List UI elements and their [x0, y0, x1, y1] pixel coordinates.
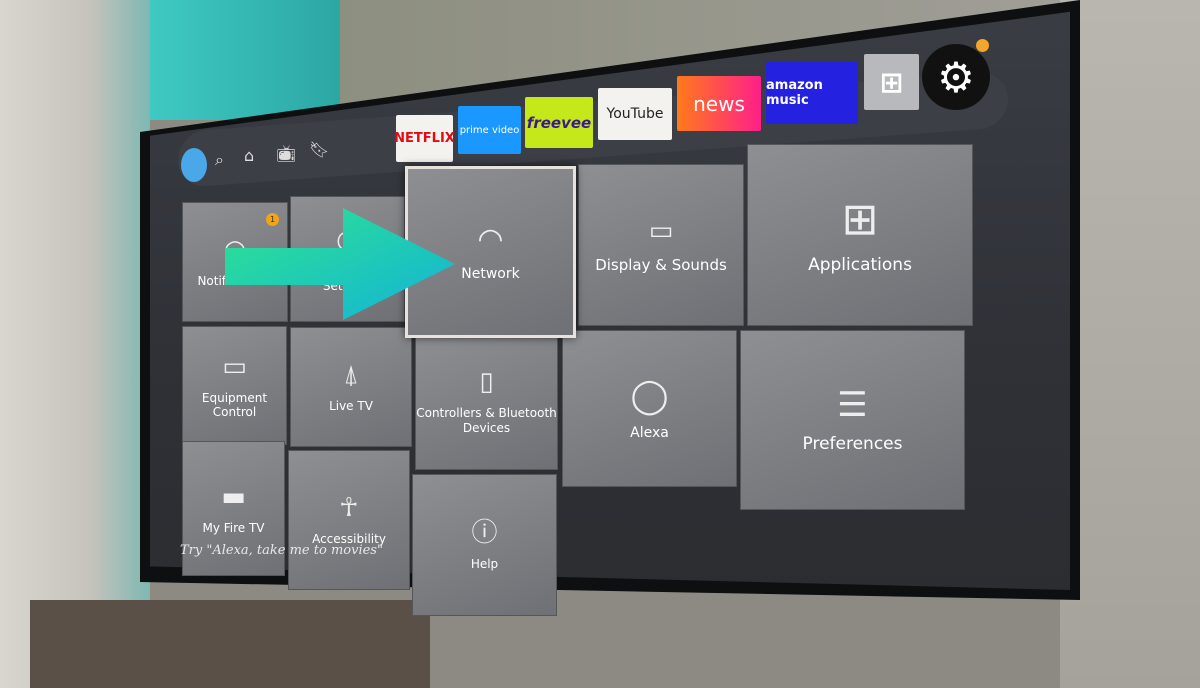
remote-icon: ▯	[479, 367, 494, 398]
tile-accessibility[interactable]: ☥ Accessibility	[288, 450, 410, 590]
apps-icon: ⊞	[841, 194, 879, 246]
accessibility-icon: ☥	[339, 493, 359, 524]
app-youtube[interactable]: YouTube	[598, 88, 672, 140]
antenna-icon: ⍋	[343, 360, 359, 391]
wifi-icon: ◠	[477, 221, 504, 257]
tile-label: Applications	[808, 255, 912, 276]
tile-controllers-bluetooth[interactable]: ▯ Controllers & Bluetooth Devices	[415, 332, 558, 470]
app-prime-video[interactable]: prime video	[458, 106, 521, 154]
tile-label: Display & Sounds	[595, 255, 727, 274]
tile-label: Alexa	[630, 424, 669, 441]
tile-display-sounds[interactable]: ▭ Display & Sounds	[578, 164, 744, 326]
alexa-hint: Try "Alexa, take me to movies"	[180, 543, 383, 558]
avatar[interactable]	[181, 148, 207, 182]
monitor-icon: ▭	[222, 351, 247, 382]
wall-right	[1060, 0, 1200, 688]
tile-label: Controllers & Bluetooth Devices	[416, 406, 557, 435]
app-library-icon[interactable]: ⊞	[864, 54, 919, 110]
tile-label: Preferences	[802, 434, 903, 455]
tile-help[interactable]: ⓘ Help	[412, 474, 557, 616]
home-icon[interactable]: ⌂	[244, 146, 254, 165]
live-tv-icon[interactable]: 📺︎	[276, 144, 296, 163]
app-amazon-music[interactable]: amazon music	[766, 62, 858, 124]
pointer-arrow	[225, 208, 455, 320]
tile-label: Help	[470, 557, 499, 572]
display-icon: ▭	[648, 216, 674, 247]
tile-preferences[interactable]: ☰ Preferences	[740, 330, 965, 510]
tv-stand	[30, 600, 430, 688]
app-netflix[interactable]: NETFLIX	[394, 115, 455, 162]
tile-label: Network	[461, 265, 520, 282]
help-icon: ⓘ	[471, 518, 498, 549]
search-icon[interactable]: ⌕	[215, 150, 224, 170]
tile-equipment-control[interactable]: ▭ Equipment Control	[182, 326, 287, 445]
alexa-icon: ◯	[630, 375, 669, 416]
tile-live-tv[interactable]: ⍋ Live TV	[290, 327, 412, 447]
app-news[interactable]: news	[677, 76, 761, 131]
app-freevee[interactable]: freevee	[525, 97, 593, 148]
brick-wall	[0, 0, 150, 688]
settings-alert-dot	[976, 39, 989, 52]
tile-alexa[interactable]: ◯ Alexa	[562, 330, 737, 487]
tile-applications[interactable]: ⊞ Applications	[747, 144, 973, 326]
tile-label: Equipment Control	[201, 390, 268, 420]
tile-label: Live TV	[329, 399, 373, 414]
fire-tv-stick-icon: ▬	[221, 481, 246, 512]
bookmark-icon[interactable]: 🔖︎	[309, 140, 329, 159]
sliders-icon: ☰	[837, 385, 868, 426]
tile-label: My Fire TV	[202, 520, 265, 535]
settings-gear-icon[interactable]: ⚙	[922, 44, 990, 110]
